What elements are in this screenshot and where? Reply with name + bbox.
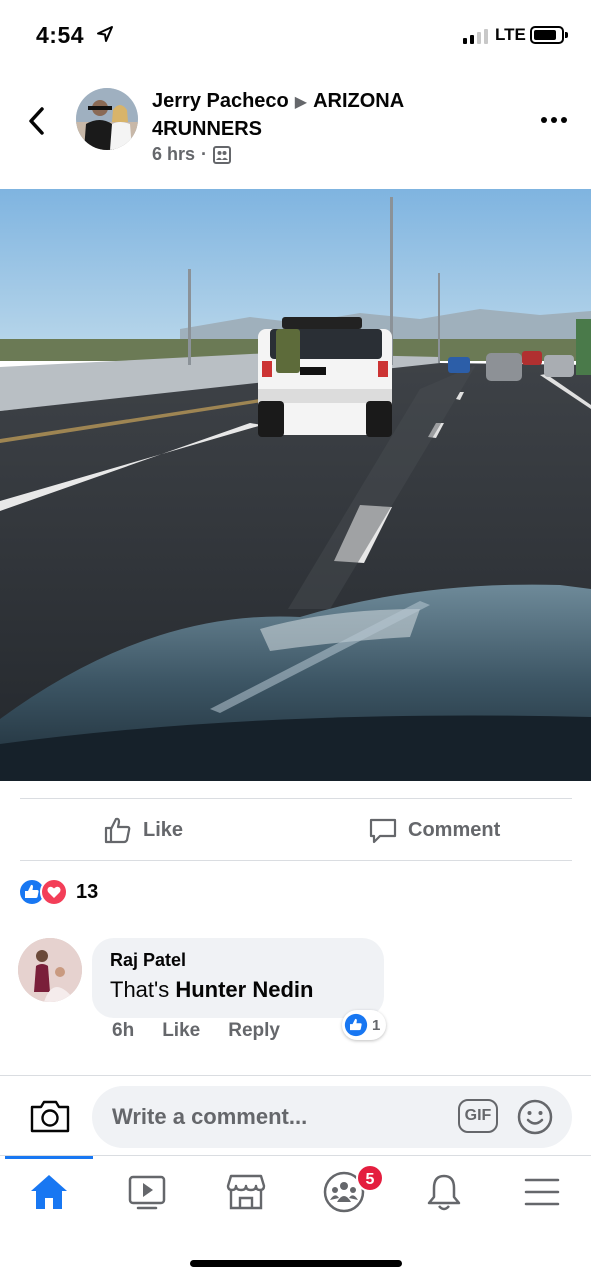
post-author-name[interactable]: Jerry Pacheco (152, 90, 289, 112)
commenter-name[interactable]: Raj Patel (110, 950, 366, 971)
like-label: Like (143, 818, 184, 841)
tab-marketplace[interactable] (222, 1170, 270, 1214)
signal-icon (463, 28, 488, 44)
active-tab-indicator (5, 1156, 93, 1159)
comment-text: That's Hunter Nedin (110, 977, 366, 1003)
comment-label: Comment (408, 818, 501, 841)
comment-input[interactable]: Write a comment... GIF (92, 1086, 572, 1148)
menu-icon (524, 1178, 560, 1206)
tab-home[interactable] (25, 1170, 73, 1214)
status-bar: 4:54 LTE (0, 0, 591, 72)
emoji-icon[interactable] (516, 1098, 554, 1136)
love-reaction-icon (40, 878, 68, 906)
reaction-count: 13 (76, 880, 99, 903)
post-author-line: Jerry Pacheco ▶ ARIZONA 4RUNNERS (152, 88, 492, 142)
network-type: LTE (495, 25, 526, 44)
like-reaction-icon (344, 1013, 368, 1037)
location-arrow-icon (97, 26, 113, 42)
marketplace-icon (226, 1174, 266, 1210)
comment-time: 6h (112, 1020, 135, 1041)
comment-bubble-icon (369, 818, 397, 844)
post-photo[interactable] (0, 189, 591, 781)
groups-notification-badge: 5 (356, 1164, 384, 1192)
divider (20, 798, 572, 799)
tab-menu[interactable] (518, 1170, 566, 1214)
battery-icon (530, 26, 568, 44)
comment-input-placeholder: Write a comment... (112, 1104, 308, 1129)
white-suv (258, 317, 392, 437)
gif-button[interactable]: GIF (458, 1099, 498, 1133)
group-members-icon (213, 145, 232, 164)
comment-reaction-badge[interactable]: 1 (342, 1010, 387, 1040)
meta-separator: · (201, 144, 208, 164)
thumbs-up-icon (104, 817, 131, 844)
post-time[interactable]: 6 hrs (152, 144, 195, 165)
back-arrow-icon[interactable] (24, 104, 50, 138)
comment-like-count: 1 (372, 1016, 381, 1034)
divider (20, 860, 572, 861)
comment-tagged-name[interactable]: Hunter Nedin (175, 977, 313, 1002)
notifications-icon (427, 1174, 461, 1211)
camera-icon[interactable] (28, 1098, 72, 1134)
comment-composer: Write a comment... GIF (0, 1075, 591, 1155)
commenter-avatar[interactable] (18, 938, 82, 1002)
post-meta: 6 hrs · (152, 144, 232, 165)
like-button[interactable]: Like (103, 810, 183, 850)
comment-reply-button[interactable]: Reply (228, 1020, 280, 1042)
comment-button[interactable]: Comment (368, 810, 500, 850)
comment-bubble[interactable]: Raj Patel That's Hunter Nedin (92, 938, 384, 1018)
post-header: Jerry Pacheco ▶ ARIZONA 4RUNNERS 6 hrs · (0, 80, 591, 180)
home-indicator (190, 1260, 402, 1267)
tab-bar: 5 (0, 1155, 591, 1280)
reaction-summary[interactable]: 13 (18, 878, 98, 906)
more-options-icon[interactable] (540, 116, 568, 124)
tab-watch[interactable] (123, 1170, 171, 1214)
watch-icon (128, 1175, 166, 1210)
shared-to-arrow-icon: ▶ (294, 94, 308, 111)
tab-notifications[interactable] (420, 1170, 468, 1214)
author-avatar[interactable] (76, 88, 138, 150)
comment-like-button[interactable]: Like (162, 1020, 200, 1042)
comment-meta: 6h Like Reply (112, 1020, 280, 1042)
status-time: 4:54 (36, 22, 85, 48)
comment-text-prefix: That's (110, 977, 176, 1002)
home-icon (31, 1175, 67, 1209)
